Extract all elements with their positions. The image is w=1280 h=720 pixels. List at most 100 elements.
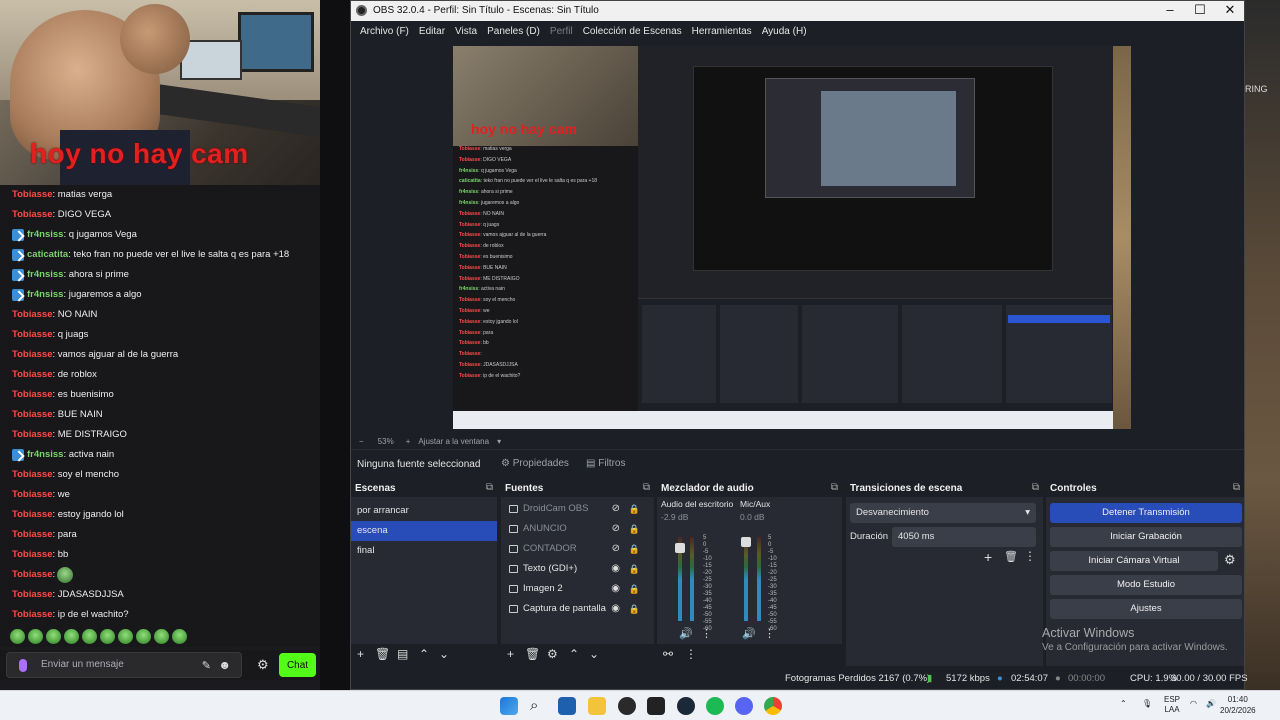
maximize-icon[interactable]: ☐ (1185, 2, 1215, 18)
chat-username[interactable]: Tobiasse (12, 565, 52, 585)
volume-icon[interactable]: 🔊 (1206, 699, 1216, 709)
more-icon[interactable]: ⋮ (1024, 549, 1036, 563)
prime-badge-icon[interactable] (12, 229, 24, 241)
obs-taskbar-icon[interactable] (618, 697, 636, 715)
source-item[interactable]: Captura de pantalla ◉ 🔒 (501, 599, 654, 619)
zoom-in-button[interactable]: + (406, 437, 411, 446)
chat-username[interactable]: Tobiasse (12, 205, 52, 225)
source-item[interactable]: ANUNCIO ⊘ 🔒 (501, 519, 654, 539)
transition-select[interactable]: Desvanecimiento ▾ (850, 503, 1036, 523)
chat-username[interactable]: Tobiasse (12, 405, 52, 425)
dock-menu-icon[interactable]: ⧉ (643, 482, 650, 493)
gear-icon[interactable]: ⚙ (1224, 552, 1236, 568)
wifi-icon[interactable]: ◠ (1190, 699, 1197, 709)
menu-perfil[interactable]: Perfil (550, 26, 573, 37)
dock-menu-icon[interactable]: ⧉ (486, 482, 493, 493)
trash-icon[interactable]: 🗑 (1004, 550, 1018, 563)
microphone-icon[interactable]: 🎙 (1142, 699, 1152, 709)
speaker-icon[interactable]: 🔊 (742, 627, 756, 640)
language-indicator[interactable]: ESP LAA (1164, 695, 1180, 715)
chat-username[interactable]: Tobiasse (12, 185, 52, 205)
prime-badge-icon[interactable] (12, 249, 24, 261)
more-icon[interactable]: ⋮ (764, 627, 775, 640)
volume-slider[interactable] (741, 537, 751, 547)
menu-herramientas[interactable]: Herramientas (692, 26, 752, 37)
prime-badge-icon[interactable] (12, 289, 24, 301)
add-source-icon[interactable]: + (507, 647, 514, 661)
emote-icon[interactable] (82, 628, 97, 644)
menu-archivo[interactable]: Archivo (F) (360, 26, 409, 37)
chat-username[interactable]: Tobiasse (12, 585, 52, 605)
chat-username[interactable]: Tobiasse (12, 485, 52, 505)
chat-username[interactable]: fr4nsiss (27, 285, 63, 305)
close-icon[interactable]: ✕ (1215, 2, 1245, 18)
start-icon[interactable] (500, 697, 518, 715)
link-icon[interactable]: ⚯ (663, 647, 673, 661)
chat-username[interactable]: Tobiasse (12, 465, 52, 485)
duration-input[interactable]: 4050 ms (892, 527, 1036, 547)
scene-item[interactable]: por arrancar (351, 501, 497, 521)
chat-username[interactable]: caticatita (27, 245, 68, 265)
add-scene-icon[interactable]: + (357, 647, 364, 661)
steam-icon[interactable] (677, 697, 695, 715)
emote-icon[interactable] (136, 628, 151, 644)
more-icon[interactable]: ⋮ (701, 627, 712, 640)
speaker-icon[interactable]: 🔊 (679, 627, 693, 640)
minimize-icon[interactable]: – (1155, 2, 1185, 17)
lock-icon[interactable]: 🔒 (629, 499, 640, 519)
source-item[interactable]: DroidCam OBS ⊘ 🔒 (501, 499, 654, 519)
eye-icon[interactable]: ◉ (611, 599, 620, 619)
chat-username[interactable]: Tobiasse (12, 305, 52, 325)
chat-username[interactable]: fr4nsiss (27, 445, 63, 465)
volume-slider[interactable] (675, 542, 685, 553)
chat-username[interactable]: Tobiasse (12, 605, 52, 625)
emote-icon[interactable] (118, 628, 133, 644)
emoji-icon[interactable]: ☻ (218, 658, 231, 672)
chat-username[interactable]: Tobiasse (12, 345, 52, 365)
spotify-icon[interactable] (706, 697, 724, 715)
store-icon[interactable] (558, 697, 576, 715)
dock-menu-icon[interactable]: ⧉ (831, 482, 838, 493)
eye-hidden-icon[interactable]: ⊘ (612, 499, 620, 519)
scene-item[interactable]: final (351, 541, 497, 561)
add-transition-icon[interactable]: + (984, 549, 992, 565)
emote-icon[interactable] (10, 628, 25, 644)
filters-button[interactable]: ▤ Filtros (586, 458, 625, 469)
obs-titlebar[interactable]: OBS 32.0.4 - Perfil: Sin Título - Escena… (351, 1, 1244, 21)
gear-icon[interactable]: ⚙ (547, 647, 558, 661)
prime-badge-icon[interactable] (12, 449, 24, 461)
chat-username[interactable]: Tobiasse (12, 325, 52, 345)
gear-icon[interactable]: ⚙ (257, 657, 269, 673)
studio-mode-button[interactable]: Modo Estudio (1050, 575, 1242, 595)
settings-button[interactable]: Ajustes (1050, 599, 1242, 619)
properties-button[interactable]: ⚙ Propiedades (501, 458, 569, 469)
chat-username[interactable]: fr4nsiss (27, 265, 63, 285)
chat-input[interactable]: Enviar un mensaje ✎ ☻ (6, 652, 242, 678)
lock-icon[interactable]: 🔒 (629, 539, 640, 559)
filters-icon[interactable]: ▤ (397, 647, 408, 661)
menu-paneles[interactable]: Paneles (D) (487, 26, 540, 37)
trash-icon[interactable]: 🗑 (525, 647, 540, 661)
emote-icon[interactable] (154, 628, 169, 644)
stop-stream-button[interactable]: Detener Transmisión (1050, 503, 1242, 523)
dock-menu-icon[interactable]: ⧉ (1032, 482, 1039, 493)
emote-row[interactable] (0, 625, 320, 647)
start-recording-button[interactable]: Iniciar Grabación (1050, 527, 1242, 547)
chat-username[interactable]: fr4nsiss (27, 225, 63, 245)
menu-vista[interactable]: Vista (455, 26, 477, 37)
chat-send-button[interactable]: Chat (279, 653, 316, 677)
eye-hidden-icon[interactable]: ⊘ (612, 539, 620, 559)
translate-icon[interactable]: ✎ (202, 659, 211, 672)
more-icon[interactable]: ⋮ (685, 647, 697, 661)
scene-item[interactable]: escena (351, 521, 497, 541)
lock-icon[interactable]: 🔒 (629, 559, 640, 579)
source-item[interactable]: Imagen 2 ◉ 🔒 (501, 579, 654, 599)
move-up-icon[interactable]: ⌃ (569, 647, 579, 661)
chevron-down-icon[interactable]: ▾ (497, 437, 501, 446)
emote-icon[interactable] (64, 628, 79, 644)
chat-username[interactable]: Tobiasse (12, 505, 52, 525)
chrome-icon[interactable] (764, 697, 782, 715)
chat-username[interactable]: Tobiasse (12, 525, 52, 545)
lock-icon[interactable]: 🔒 (629, 599, 640, 619)
lock-icon[interactable]: 🔒 (629, 579, 640, 599)
